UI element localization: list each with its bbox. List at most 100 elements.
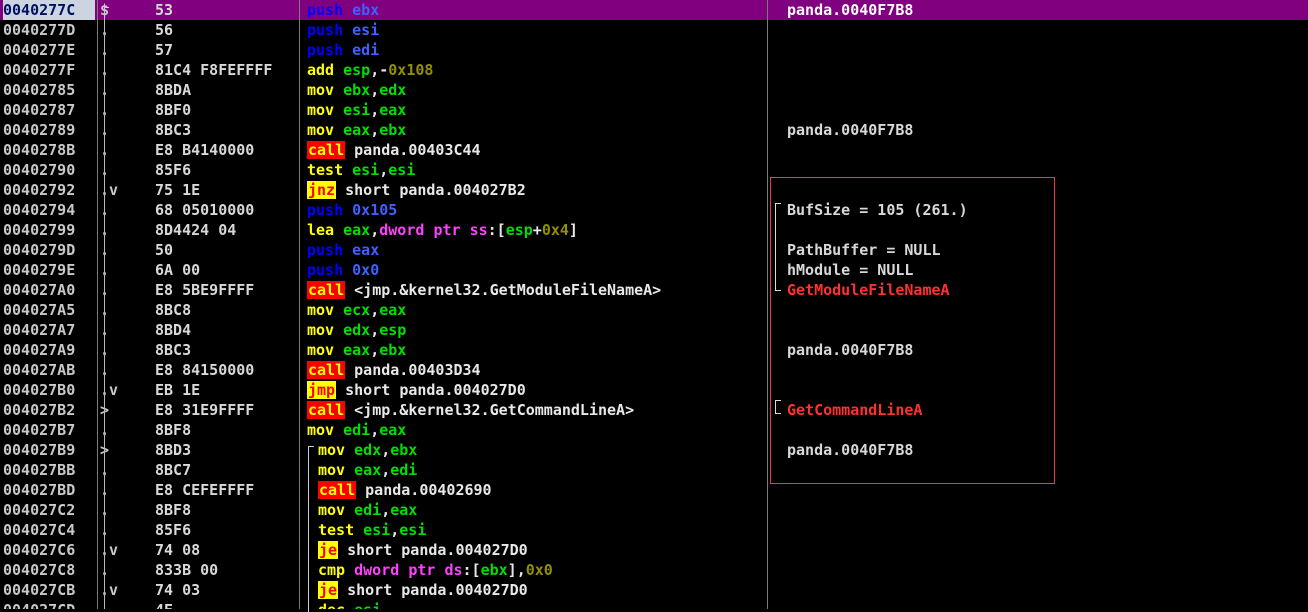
hex-dump-cell[interactable]: 8BD3	[155, 440, 301, 460]
comment-cell[interactable]	[787, 140, 1307, 160]
disasm-row[interactable]: 0040278B. E8 B4140000 call panda.00403C44	[0, 140, 1308, 160]
hex-dump-cell[interactable]: 74 03	[155, 580, 301, 600]
hex-dump-cell[interactable]: 4E	[155, 600, 301, 609]
hex-dump-cell[interactable]: 53	[155, 0, 301, 20]
address-cell[interactable]: 004027C8	[3, 560, 95, 580]
hex-dump-cell[interactable]: 85F6	[155, 160, 301, 180]
disasm-row[interactable]: 004027C8. 833B 00 cmp dword ptr ds:[ebx],0…	[0, 560, 1308, 580]
disassembly-cell[interactable]: mov edi,eax	[307, 420, 767, 440]
address-cell[interactable]: 004027A5	[3, 300, 95, 320]
comment-cell[interactable]	[787, 520, 1307, 540]
disasm-row[interactable]: 004027B2> E8 31E9FFFF call <jmp.&kernel32.…	[0, 400, 1308, 420]
hex-dump-cell[interactable]: 74 08	[155, 540, 301, 560]
comment-cell[interactable]	[787, 540, 1307, 560]
disassembly-cell[interactable]: call <jmp.&kernel32.GetCommandLineA>	[307, 400, 767, 420]
comment-cell[interactable]	[787, 20, 1307, 40]
disassembly-cell[interactable]: push ebx	[307, 0, 767, 20]
address-cell[interactable]: 00402789	[3, 120, 95, 140]
disasm-row[interactable]: 004027CD. 4E dec esi	[0, 600, 1308, 609]
hex-dump-cell[interactable]: 8BC3	[155, 120, 301, 140]
hex-dump-cell[interactable]: E8 B4140000	[155, 140, 301, 160]
disassembly-cell[interactable]: push esi	[307, 20, 767, 40]
disasm-row[interactable]: 0040279D.50push eaxPathBuffer = NULL	[0, 240, 1308, 260]
comment-cell[interactable]	[787, 500, 1307, 520]
hex-dump-cell[interactable]: 8BD4	[155, 320, 301, 340]
disasm-row[interactable]: 00402787. 8BF0 mov esi,eax	[0, 100, 1308, 120]
disassembly-cell[interactable]: mov esi,eax	[307, 100, 767, 120]
disasm-row[interactable]: 004027C6 .v 74 08 je short panda.004027D0	[0, 540, 1308, 560]
address-cell[interactable]: 0040279E	[3, 260, 95, 280]
address-cell[interactable]: 0040277C	[3, 0, 95, 20]
disasm-row[interactable]: 004027BD. E8 CEFEFFFF call panda.00402690	[0, 480, 1308, 500]
hex-dump-cell[interactable]: 6A 00	[155, 260, 301, 280]
address-cell[interactable]: 004027C2	[3, 500, 95, 520]
disassembly-cell[interactable]: call panda.00402690	[318, 480, 778, 500]
address-cell[interactable]: 004027CB	[3, 580, 95, 600]
disassembly-cell[interactable]: cmp dword ptr ds:[ebx],0x0	[318, 560, 778, 580]
comment-cell[interactable]	[787, 40, 1307, 60]
disassembly-cell[interactable]: lea eax,dword ptr ss:[esp+0x4]	[307, 220, 767, 240]
address-cell[interactable]: 0040278B	[3, 140, 95, 160]
disasm-row[interactable]: 0040277F. 81C4 F8FEFFFF add esp,-0x108	[0, 60, 1308, 80]
disassembly-cell[interactable]: mov eax,ebx	[307, 340, 767, 360]
disassembly-cell[interactable]: dec esi	[318, 600, 778, 609]
address-cell[interactable]: 004027CD	[3, 600, 95, 609]
disasm-row[interactable]: 004027A7. 8BD4 mov edx,esp	[0, 320, 1308, 340]
address-cell[interactable]: 004027B7	[3, 420, 95, 440]
disassembly-cell[interactable]: mov ebx,edx	[307, 80, 767, 100]
disasm-row[interactable]: 004027C2. 8BF8 mov edi,eax	[0, 500, 1308, 520]
address-cell[interactable]: 00402790	[3, 160, 95, 180]
address-cell[interactable]: 00402785	[3, 80, 95, 100]
address-cell[interactable]: 0040277E	[3, 40, 95, 60]
address-cell[interactable]: 0040279D	[3, 240, 95, 260]
hex-dump-cell[interactable]: 8BC7	[155, 460, 301, 480]
hex-dump-cell[interactable]: 8BF0	[155, 100, 301, 120]
disassembly-cell[interactable]: add esp,-0x108	[307, 60, 767, 80]
hex-dump-cell[interactable]: 57	[155, 40, 301, 60]
hex-dump-cell[interactable]: E8 CEFEFFFF	[155, 480, 301, 500]
hex-dump-cell[interactable]: 68 05010000	[155, 200, 301, 220]
disasm-row[interactable]: 004027A5. 8BC8 mov ecx,eax	[0, 300, 1308, 320]
hex-dump-cell[interactable]: 50	[155, 240, 301, 260]
disasm-row[interactable]: 004027AB. E8 84150000 call panda.00403D34	[0, 360, 1308, 380]
address-cell[interactable]: 004027B2	[3, 400, 95, 420]
disassembly-cell[interactable]: test esi,esi	[318, 520, 778, 540]
hex-dump-cell[interactable]: 8BC8	[155, 300, 301, 320]
hex-dump-cell[interactable]: E8 31E9FFFF	[155, 400, 301, 420]
hex-dump-cell[interactable]: 8BDA	[155, 80, 301, 100]
address-cell[interactable]: 0040277D	[3, 20, 95, 40]
hex-dump-cell[interactable]: 75 1E	[155, 180, 301, 200]
address-cell[interactable]: 004027A0	[3, 280, 95, 300]
disassembly-cell[interactable]: push edi	[307, 40, 767, 60]
disassembly-cell[interactable]: mov edx,ebx	[318, 440, 778, 460]
disassembly-cell[interactable]: call <jmp.&kernel32.GetModuleFileNameA>	[307, 280, 767, 300]
hex-dump-cell[interactable]: 85F6	[155, 520, 301, 540]
address-cell[interactable]: 004027C4	[3, 520, 95, 540]
disasm-row[interactable]: 004027CB .v 74 03 je short panda.004027D0	[0, 580, 1308, 600]
hex-dump-cell[interactable]: 8BC3	[155, 340, 301, 360]
address-cell[interactable]: 004027A7	[3, 320, 95, 340]
hex-dump-cell[interactable]: 8BF8	[155, 500, 301, 520]
disasm-row[interactable]: 00402789. 8BC3 mov eax,ebx panda.0040F7B8	[0, 120, 1308, 140]
hex-dump-cell[interactable]: 8D4424 04	[155, 220, 301, 240]
disasm-row[interactable]: 004027A9.8BC3mov eax,ebxpanda.0040F7B8	[0, 340, 1308, 360]
disassembly-cell[interactable]: call panda.00403D34	[307, 360, 767, 380]
disassembly-cell[interactable]: jnz short panda.004027B2	[307, 180, 767, 200]
disassembly-cell[interactable]: push 0x105	[307, 200, 767, 220]
disassembly-cell[interactable]: mov edx,esp	[307, 320, 767, 340]
disassembly-cell[interactable]: push eax	[307, 240, 767, 260]
hex-dump-cell[interactable]: 81C4 F8FEFFFF	[155, 60, 301, 80]
hex-dump-cell[interactable]: E8 5BE9FFFF	[155, 280, 301, 300]
disassembly-cell[interactable]: mov edi,eax	[318, 500, 778, 520]
comment-cell[interactable]	[787, 560, 1307, 580]
comment-cell[interactable]	[787, 580, 1307, 600]
address-cell[interactable]: 004027A9	[3, 340, 95, 360]
disasm-row[interactable]: 0040277D. 56 push esi	[0, 20, 1308, 40]
address-cell[interactable]: 00402794	[3, 200, 95, 220]
address-cell[interactable]: 00402787	[3, 100, 95, 120]
address-cell[interactable]: 004027B0	[3, 380, 95, 400]
comment-cell[interactable]	[787, 60, 1307, 80]
disasm-row[interactable]: 004027A0. E8 5BE9FFFF call <jmp.&kernel32.…	[0, 280, 1308, 300]
disasm-row[interactable]: 004027BB. 8BC7 mov eax,edi	[0, 460, 1308, 480]
disasm-row[interactable]: 00402799. 8D4424 04 lea eax,dword ptr ss:[…	[0, 220, 1308, 240]
